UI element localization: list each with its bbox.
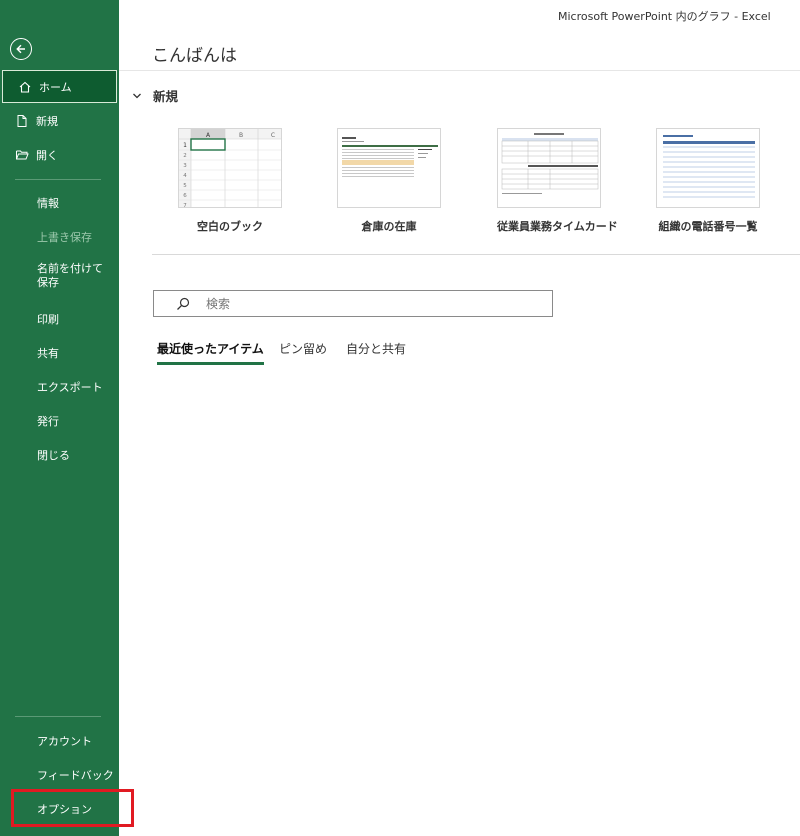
open-folder-icon: [15, 148, 29, 162]
search-input[interactable]: [206, 296, 526, 311]
svg-text:3: 3: [183, 163, 187, 169]
blank-workbook-thumbnail: A B C 1 2 3 4 5 6 7: [178, 128, 282, 208]
home-icon: [18, 80, 32, 94]
blank-workbook-grid: A B C 1 2 3 4 5 6 7: [179, 129, 281, 208]
svg-text:7: 7: [183, 203, 187, 208]
sidebar-item-save-as[interactable]: 名前を付けて保存: [0, 262, 119, 294]
tab-label: 最近使ったアイテム: [157, 342, 264, 356]
svg-text:1: 1: [183, 142, 187, 149]
sidebar-item-feedback[interactable]: フィードバック: [0, 766, 119, 784]
sidebar-item-close[interactable]: 閉じる: [0, 446, 119, 464]
sidebar-item-publish[interactable]: 発行: [0, 412, 119, 430]
sidebar-item-label: 情報: [37, 197, 59, 210]
svg-text:6: 6: [183, 193, 187, 199]
template-blank-workbook[interactable]: A B C 1 2 3 4 5 6 7 空白のブック: [178, 128, 282, 234]
sidebar-item-label: 上書き保存: [37, 231, 92, 244]
sidebar-item-account[interactable]: アカウント: [0, 732, 119, 750]
backstage-sidebar: ホーム 新規 開く 情報 上書き保存 名前を付けて保存 印刷 共有 エクスポート…: [0, 0, 119, 836]
sidebar-divider: [15, 179, 101, 180]
sidebar-item-home[interactable]: ホーム: [2, 70, 117, 103]
new-section-title: 新規: [153, 89, 179, 104]
template-caption: 組織の電話番号一覧: [658, 220, 758, 233]
sidebar-item-open[interactable]: 開く: [0, 146, 119, 164]
header-divider: [119, 70, 800, 71]
tab-recent[interactable]: 最近使ったアイテム: [157, 340, 264, 365]
sidebar-item-label: フィードバック: [37, 769, 114, 782]
tab-shared-with-me[interactable]: 自分と共有: [346, 340, 406, 357]
sidebar-item-share[interactable]: 共有: [0, 344, 119, 362]
sidebar-item-label: 開く: [36, 149, 58, 162]
employee-timecard-thumbnail: [497, 128, 601, 208]
sidebar-item-label: 新規: [36, 115, 58, 128]
active-tab-underline: [157, 362, 264, 365]
sidebar-item-export[interactable]: エクスポート: [0, 378, 119, 396]
tab-pinned[interactable]: ピン留め: [279, 340, 327, 357]
svg-text:C: C: [271, 132, 275, 139]
svg-text:B: B: [239, 132, 243, 139]
greeting-title: こんばんは: [152, 46, 237, 66]
sidebar-item-label: エクスポート: [37, 381, 103, 394]
new-document-icon: [15, 114, 29, 128]
back-button[interactable]: [10, 38, 32, 60]
tab-label: 自分と共有: [346, 342, 407, 356]
search-box[interactable]: [153, 290, 553, 317]
window-title: Microsoft PowerPoint 内のグラフ - Excel: [558, 10, 771, 23]
sidebar-item-info[interactable]: 情報: [0, 194, 119, 212]
section-divider: [152, 254, 800, 255]
svg-text:4: 4: [183, 173, 187, 179]
new-section-toggle[interactable]: 新規: [132, 86, 178, 105]
warehouse-inventory-thumbnail: [337, 128, 441, 208]
svg-text:5: 5: [183, 183, 187, 189]
template-caption: 空白のブック: [197, 220, 263, 233]
sidebar-item-print[interactable]: 印刷: [0, 310, 119, 328]
options-highlight-box: [11, 789, 134, 827]
sidebar-item-save: 上書き保存: [0, 228, 119, 246]
sidebar-item-label: 印刷: [37, 313, 59, 326]
sidebar-item-label: 発行: [37, 415, 59, 428]
sidebar-divider: [15, 716, 101, 717]
template-org-phone-list[interactable]: 組織の電話番号一覧: [656, 128, 760, 234]
chevron-down-icon: [133, 93, 141, 98]
sidebar-item-label: 閉じる: [37, 449, 70, 462]
org-phone-list-thumbnail: [656, 128, 760, 208]
svg-text:2: 2: [183, 153, 187, 159]
sidebar-item-label: アカウント: [37, 735, 92, 748]
template-caption: 倉庫の在庫: [361, 220, 417, 233]
template-employee-timecard[interactable]: 従業員業務タイムカード: [497, 128, 618, 234]
sidebar-item-label: ホーム: [39, 80, 72, 94]
sidebar-item-label: 名前を付けて保存: [37, 262, 103, 289]
sidebar-item-new[interactable]: 新規: [0, 112, 119, 130]
template-caption: 従業員業務タイムカード: [497, 220, 618, 233]
template-warehouse-inventory[interactable]: 倉庫の在庫: [337, 128, 441, 234]
tab-label: ピン留め: [279, 342, 328, 356]
back-arrow-icon: [16, 44, 25, 54]
sidebar-item-label: 共有: [37, 347, 59, 360]
search-icon: [177, 297, 190, 310]
